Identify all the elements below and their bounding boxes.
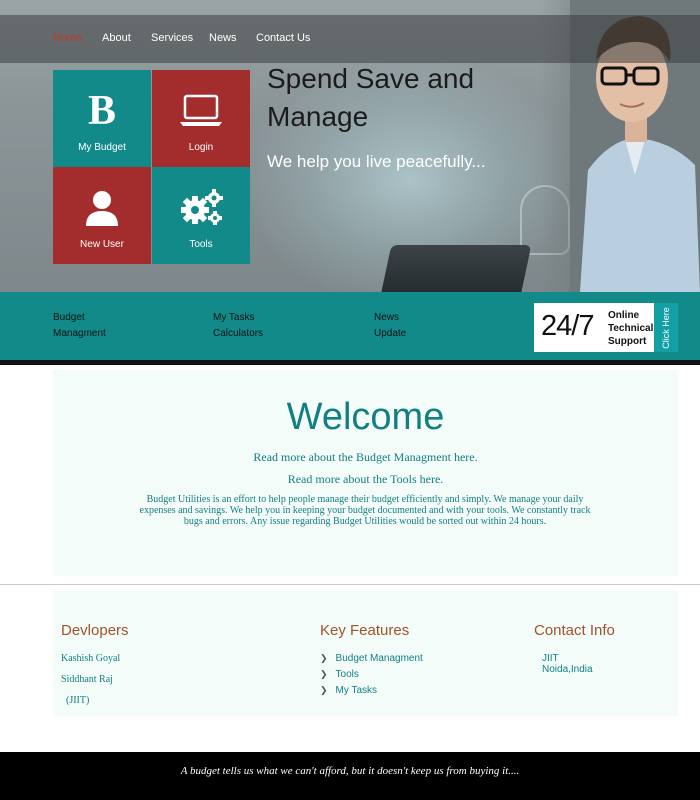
info-section: Devlopers Kashish Goyal Siddhant Raj (JI… xyxy=(53,590,678,716)
hero-subtitle: We help you live peacefully... xyxy=(267,152,486,171)
chevron-right-icon: ❯ xyxy=(320,685,328,695)
user-icon xyxy=(53,185,151,230)
support-label: Online Technical Support xyxy=(608,310,654,347)
tools-read-more-link[interactable]: Read more about the Tools here. xyxy=(53,472,678,487)
developer-affiliation: (JIIT) xyxy=(66,695,90,706)
welcome-description: Budget Utilities is an effort to help pe… xyxy=(139,494,591,527)
contact-info: JIIT Noida,India xyxy=(542,653,593,675)
feature-link-budget[interactable]: ❯ Budget Managment xyxy=(320,653,423,664)
tile-label: My Budget xyxy=(78,142,126,153)
contact-heading: Contact Info xyxy=(534,622,615,639)
quick-links-bar: Budget Managment My Tasks Calculators Ne… xyxy=(0,292,700,360)
tile-tools[interactable]: Tools xyxy=(152,167,250,264)
budget-read-more-link[interactable]: Read more about the Budget Managment her… xyxy=(53,450,678,465)
quote-footer: A budget tells us what we can't afford, … xyxy=(0,752,700,800)
quote-text: A budget tells us what we can't afford, … xyxy=(180,765,520,777)
hero-title: Spend Save and Manage xyxy=(267,63,475,132)
gears-icon xyxy=(152,185,250,230)
chevron-right-icon: ❯ xyxy=(320,669,328,679)
feature-link-tools[interactable]: ❯ Tools xyxy=(320,669,359,680)
tile-label: Tools xyxy=(189,239,213,250)
click-here-button[interactable]: Click Here xyxy=(654,303,678,352)
welcome-section: Welcome Read more about the Budget Manag… xyxy=(53,370,678,576)
top-navbar: Home About Services News Contact Us xyxy=(0,15,700,63)
tile-new-user[interactable]: New User xyxy=(53,167,151,264)
nav-home[interactable]: Home xyxy=(53,32,82,44)
laptop-icon xyxy=(152,88,250,133)
bar-link-tasks[interactable]: My Tasks Calculators xyxy=(213,310,263,342)
nav-contact-us[interactable]: Contact Us xyxy=(256,32,310,44)
developer-name: Siddhant Raj xyxy=(61,674,113,685)
support-box: 24/7 Online Technical Support xyxy=(534,303,654,352)
nav-services[interactable]: Services xyxy=(151,32,193,44)
nav-about[interactable]: About xyxy=(102,32,131,44)
tile-label: New User xyxy=(80,239,124,250)
bar-link-news[interactable]: News Update xyxy=(374,310,406,342)
features-heading: Key Features xyxy=(320,622,410,639)
developers-heading: Devlopers xyxy=(61,622,129,639)
bar-link-budget[interactable]: Budget Managment xyxy=(53,310,106,342)
divider-line xyxy=(0,360,700,365)
laptop-graphic xyxy=(378,245,532,292)
nav-news[interactable]: News xyxy=(209,32,237,44)
support-hours: 24/7 xyxy=(541,310,594,342)
tile-my-budget[interactable]: B My Budget xyxy=(53,70,151,167)
chevron-right-icon: ❯ xyxy=(320,653,328,663)
b-letter-icon: B xyxy=(87,87,116,134)
tile-label: Login xyxy=(188,142,214,153)
developer-name: Kashish Goyal xyxy=(61,653,121,664)
feature-link-tasks[interactable]: ❯ My Tasks xyxy=(320,685,377,696)
section-separator xyxy=(0,584,700,585)
welcome-title: Welcome xyxy=(286,396,445,438)
tile-login[interactable]: Login xyxy=(152,70,250,167)
